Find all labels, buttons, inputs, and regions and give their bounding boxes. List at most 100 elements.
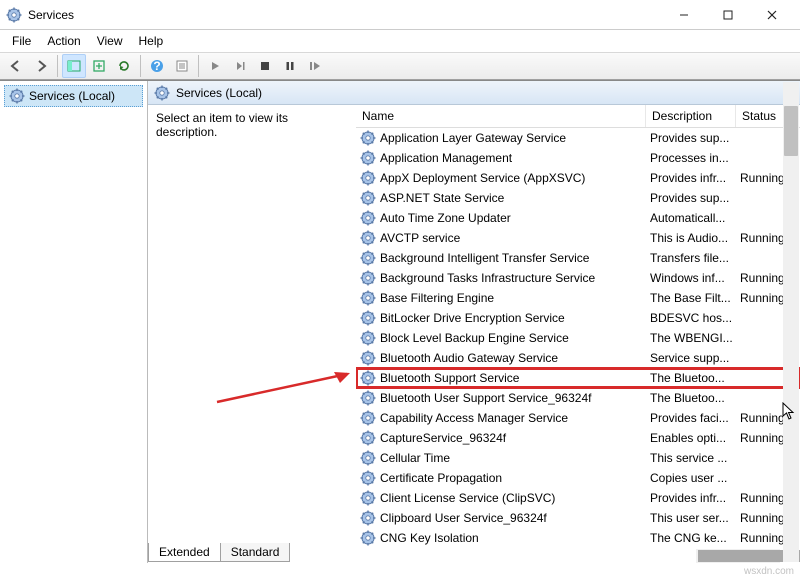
gear-icon: [360, 490, 376, 506]
stop-service-button[interactable]: [253, 54, 277, 78]
back-button[interactable]: [4, 54, 28, 78]
content-header-title: Services (Local): [176, 86, 262, 100]
gear-icon: [360, 410, 376, 426]
minimize-button[interactable]: [662, 1, 706, 29]
menu-action[interactable]: Action: [39, 32, 88, 50]
service-row[interactable]: Bluetooth Audio Gateway Service Service s…: [356, 348, 800, 368]
restart-service-button[interactable]: [303, 54, 327, 78]
col-name[interactable]: Name: [356, 105, 646, 127]
service-row[interactable]: Cellular TimeThis service ...: [356, 448, 800, 468]
service-row[interactable]: ASP.NET State ServiceProvides sup...: [356, 188, 800, 208]
service-description: The CNG ke...: [650, 531, 740, 545]
content-pane: Services (Local) Select an item to view …: [148, 81, 800, 563]
pause-service-button[interactable]: [278, 54, 302, 78]
service-name: Bluetooth User Support Service_96324f: [380, 391, 591, 405]
gear-icon: [360, 310, 376, 326]
vertical-scrollbar[interactable]: [783, 82, 799, 562]
gear-icon: [360, 510, 376, 526]
tab-extended[interactable]: Extended: [148, 543, 221, 562]
service-description: Provides faci...: [650, 411, 740, 425]
tab-standard[interactable]: Standard: [220, 543, 291, 562]
properties-button[interactable]: [170, 54, 194, 78]
refresh-button[interactable]: [112, 54, 136, 78]
gear-icon: [154, 85, 170, 101]
service-row[interactable]: Block Level Backup Engine ServiceThe WBE…: [356, 328, 800, 348]
window-title: Services: [28, 8, 662, 22]
service-description: Provides infr...: [650, 171, 740, 185]
annotation-arrow: [212, 370, 362, 410]
service-name: Application Management: [380, 151, 512, 165]
service-description: Service supp...: [650, 351, 740, 365]
service-name: AppX Deployment Service (AppXSVC): [380, 171, 585, 185]
description-pane: Select an item to view its description.: [148, 105, 356, 563]
gear-icon: [360, 250, 376, 266]
horizontal-scrollbar[interactable]: [696, 549, 780, 563]
service-description: Windows inf...: [650, 271, 740, 285]
service-row[interactable]: Client License Service (ClipSVC) Provides…: [356, 488, 800, 508]
service-row[interactable]: Clipboard User Service_96324fThis user s…: [356, 508, 800, 528]
service-row[interactable]: AVCTP serviceThis is Audio...Running: [356, 228, 800, 248]
service-row[interactable]: Application Layer Gateway ServiceProvide…: [356, 128, 800, 148]
service-description: Provides infr...: [650, 491, 740, 505]
gear-icon: [360, 130, 376, 146]
service-row[interactable]: Certificate PropagationCopies user ...: [356, 468, 800, 488]
gear-icon: [360, 470, 376, 486]
service-description: Automaticall...: [650, 211, 740, 225]
gear-icon: [360, 370, 376, 386]
service-row[interactable]: CaptureService_96324fEnables opti...Runn…: [356, 428, 800, 448]
forward-button[interactable]: [29, 54, 53, 78]
export-list-button[interactable]: [87, 54, 111, 78]
gear-icon: [360, 290, 376, 306]
service-description: This is Audio...: [650, 231, 740, 245]
service-name: CNG Key Isolation: [380, 531, 479, 545]
mouse-cursor-icon: [782, 402, 796, 420]
service-name: Bluetooth Audio Gateway Service: [380, 351, 558, 365]
service-row[interactable]: Base Filtering EngineThe Base Filt...Run…: [356, 288, 800, 308]
service-name: Cellular Time: [380, 451, 450, 465]
service-row[interactable]: Background Intelligent Transfer ServiceT…: [356, 248, 800, 268]
step-button[interactable]: [228, 54, 252, 78]
menu-view[interactable]: View: [89, 32, 131, 50]
gear-icon: [360, 210, 376, 226]
service-row[interactable]: CNG Key IsolationThe CNG ke...Running: [356, 528, 800, 548]
service-row[interactable]: Auto Time Zone UpdaterAutomaticall...: [356, 208, 800, 228]
service-description: The WBENGI...: [650, 331, 740, 345]
gear-icon: [360, 530, 376, 546]
gear-icon: [360, 270, 376, 286]
gear-icon: [360, 430, 376, 446]
help-button[interactable]: ?: [145, 54, 169, 78]
service-row[interactable]: Application Management Processes in...: [356, 148, 800, 168]
tree-pane: Services (Local): [0, 81, 148, 563]
title-bar: Services: [0, 0, 800, 30]
service-description: Enables opti...: [650, 431, 740, 445]
view-tabs: Extended Standard: [148, 543, 289, 563]
service-description: Processes in...: [650, 151, 740, 165]
show-hide-tree-button[interactable]: [62, 54, 86, 78]
service-description: Provides sup...: [650, 191, 740, 205]
menu-file[interactable]: File: [4, 32, 39, 50]
menu-help[interactable]: Help: [131, 32, 172, 50]
tree-root-services-local[interactable]: Services (Local): [4, 85, 143, 107]
watermark: wsxdn.com: [744, 566, 794, 577]
service-row[interactable]: Bluetooth Support ServiceThe Bluetoo...: [356, 368, 800, 388]
service-row[interactable]: AppX Deployment Service (AppXSVC) Provide…: [356, 168, 800, 188]
gear-icon: [9, 88, 25, 104]
svg-text:?: ?: [153, 59, 160, 73]
service-row[interactable]: Bluetooth User Support Service_96324fThe…: [356, 388, 800, 408]
col-description[interactable]: Description: [646, 105, 736, 127]
gear-icon: [360, 190, 376, 206]
service-row[interactable]: Capability Access Manager ServiceProvide…: [356, 408, 800, 428]
main-area: Services (Local) Services (Local) Select…: [0, 80, 800, 563]
service-row[interactable]: Background Tasks Infrastructure ServiceW…: [356, 268, 800, 288]
service-description: The Base Filt...: [650, 291, 740, 305]
close-button[interactable]: [750, 1, 794, 29]
content-header: Services (Local): [148, 81, 800, 105]
v-scroll-thumb[interactable]: [784, 106, 798, 156]
service-name: Client License Service (ClipSVC): [380, 491, 555, 505]
service-description: Provides sup...: [650, 131, 740, 145]
maximize-button[interactable]: [706, 1, 750, 29]
start-service-button[interactable]: [203, 54, 227, 78]
menu-bar: File Action View Help: [0, 30, 800, 52]
service-row[interactable]: BitLocker Drive Encryption ServiceBDESVC…: [356, 308, 800, 328]
service-description: The Bluetoo...: [650, 371, 740, 385]
